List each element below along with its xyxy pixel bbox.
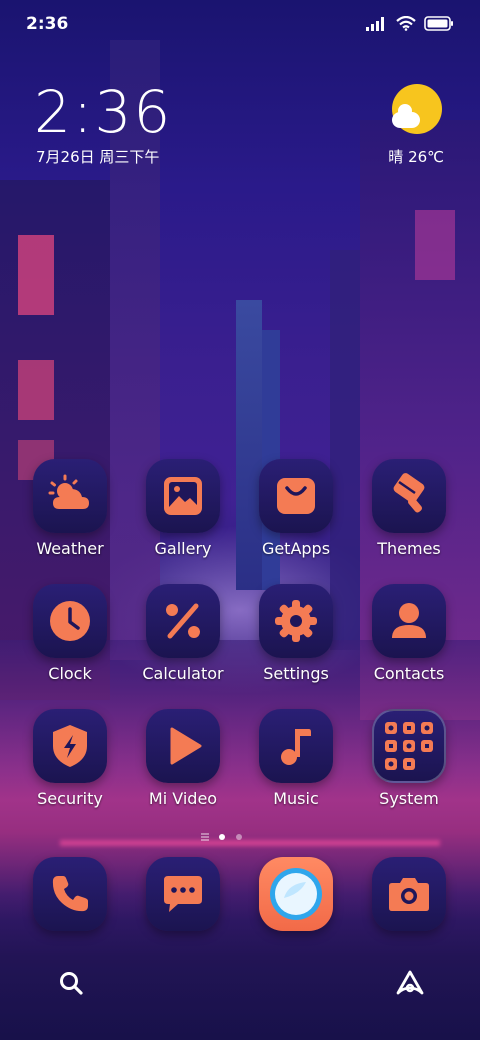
app-security[interactable]: Security [20, 709, 120, 808]
dock-browser[interactable] [259, 857, 333, 931]
themes-icon [372, 459, 446, 533]
folder-icon [372, 709, 446, 783]
music-icon [259, 709, 333, 783]
folder-system[interactable]: System [359, 709, 459, 808]
app-contacts[interactable]: Contacts [359, 584, 459, 683]
dock-camera[interactable] [372, 857, 446, 931]
messages-icon [164, 876, 202, 912]
background-sign [18, 235, 54, 315]
app-label: Mi Video [148, 789, 218, 808]
app-label: System [379, 789, 439, 808]
app-calculator[interactable]: Calculator [133, 584, 233, 683]
app-mi-video[interactable]: Mi Video [133, 709, 233, 808]
contacts-icon [372, 584, 446, 658]
app-label: GetApps [261, 539, 331, 558]
play-icon [146, 709, 220, 783]
status-bar: 2:36 [0, 0, 480, 50]
app-label: Music [273, 789, 319, 808]
weather-icon [33, 459, 107, 533]
page-dot [236, 834, 242, 840]
gallery-icon [146, 459, 220, 533]
app-label: Weather [36, 539, 104, 558]
status-icons [366, 16, 454, 31]
app-gallery[interactable]: Gallery [133, 459, 233, 558]
background-sign [415, 210, 455, 280]
app-themes[interactable]: Themes [359, 459, 459, 558]
camera-icon [389, 878, 429, 911]
assistant-icon[interactable] [395, 969, 425, 997]
phone-icon [52, 876, 88, 912]
search-icon[interactable] [58, 970, 84, 996]
clock-widget-time[interactable]: 2:36 [34, 78, 172, 146]
getapps-icon [259, 459, 333, 533]
calculator-icon [146, 584, 220, 658]
background-sign [18, 360, 54, 420]
app-settings[interactable]: Settings [246, 584, 346, 683]
clock-widget-date: 7月26日 周三下午 [36, 148, 160, 166]
signal-icon [366, 16, 384, 31]
app-weather[interactable]: Weather [20, 459, 120, 558]
page-indicator[interactable] [200, 832, 280, 842]
list-icon [201, 833, 209, 841]
app-label: Clock [48, 664, 92, 683]
battery-icon [424, 16, 453, 31]
bottom-bar [40, 958, 440, 1008]
clock-icon [33, 584, 107, 658]
app-label: Contacts [373, 664, 445, 683]
wifi-icon [396, 16, 416, 31]
app-label: Gallery [154, 539, 212, 558]
cloud-shape [392, 104, 420, 128]
security-icon [33, 709, 107, 783]
app-label: Calculator [142, 664, 224, 683]
app-label: Themes [377, 539, 441, 558]
app-clock[interactable]: Clock [20, 584, 120, 683]
status-time: 2:36 [26, 14, 69, 34]
page-dot-active [219, 834, 225, 840]
dock-messages[interactable] [146, 857, 220, 931]
browser-icon [270, 868, 322, 920]
app-music[interactable]: Music [246, 709, 346, 808]
app-label: Settings [263, 664, 329, 683]
settings-icon [259, 584, 333, 658]
app-label: Security [37, 789, 103, 808]
weather-widget-text: 晴 26℃ [388, 148, 444, 166]
dock-phone[interactable] [33, 857, 107, 931]
app-getapps[interactable]: GetApps [246, 459, 346, 558]
